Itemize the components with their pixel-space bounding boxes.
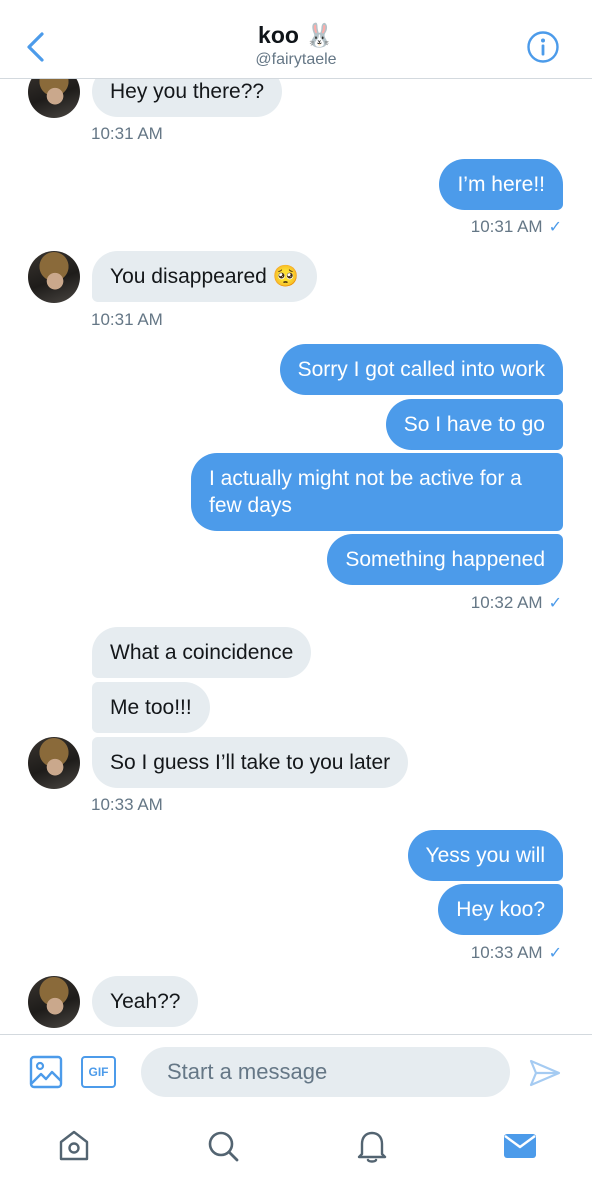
- message-bubble-outgoing[interactable]: I actually might not be active for a few…: [191, 453, 563, 531]
- message-bubble-incoming[interactable]: You disappeared 🥺: [92, 251, 317, 302]
- message-timestamp: 10:33 AM ✓: [470, 943, 562, 962]
- send-icon[interactable]: [528, 1058, 562, 1088]
- conversation-title-block[interactable]: koo 🐰 @fairytaele: [0, 20, 592, 70]
- message-bubble-incoming[interactable]: Me too!!!: [92, 682, 210, 733]
- message-composer: GIF: [0, 1034, 592, 1110]
- message-bubble-outgoing[interactable]: Yess you will: [407, 830, 563, 881]
- message-bubble-outgoing[interactable]: Hey koo?: [438, 884, 563, 935]
- message-timestamp: 10:31 AM: [91, 310, 163, 329]
- avatar[interactable]: [28, 79, 80, 118]
- home-icon[interactable]: [54, 1126, 94, 1166]
- info-icon[interactable]: [526, 30, 560, 64]
- conversation-header: koo 🐰 @fairytaele: [0, 0, 592, 79]
- bottom-tab-bar: [0, 1110, 592, 1200]
- message-timestamp: 10:31 AM ✓: [470, 217, 562, 236]
- mail-icon[interactable]: [500, 1126, 540, 1166]
- message-bubble-incoming[interactable]: What a coincidence: [92, 627, 312, 678]
- read-receipt-icon: ✓: [548, 219, 562, 236]
- gif-icon[interactable]: GIF: [81, 1056, 116, 1088]
- read-receipt-icon: ✓: [548, 945, 562, 962]
- image-icon[interactable]: [29, 1055, 63, 1089]
- message-input[interactable]: [141, 1047, 510, 1097]
- message-bubble-outgoing[interactable]: So I have to go: [385, 399, 563, 450]
- message-timestamp: 10:31 AM: [91, 124, 163, 143]
- message-bubble-outgoing[interactable]: Sorry I got called into work: [279, 344, 563, 395]
- message-bubble-incoming[interactable]: Yeah??: [92, 976, 199, 1027]
- message-timestamp: 10:32 AM ✓: [470, 593, 562, 612]
- message-thread[interactable]: Hey you there?? 10:31 AM I’m here!! 10:3…: [0, 79, 592, 1033]
- message-bubble-outgoing[interactable]: I’m here!!: [439, 159, 563, 210]
- conversation-handle: @fairytaele: [255, 51, 337, 68]
- avatar[interactable]: [28, 976, 80, 1028]
- search-icon[interactable]: [203, 1126, 243, 1166]
- read-receipt-icon: ✓: [548, 595, 562, 612]
- avatar[interactable]: [28, 737, 80, 789]
- message-bubble-incoming[interactable]: Hey you there??: [92, 79, 283, 117]
- conversation-title: koo 🐰: [258, 22, 334, 48]
- message-timestamp: 10:33 AM: [91, 795, 163, 814]
- bell-icon[interactable]: [352, 1126, 392, 1166]
- message-bubble-incoming[interactable]: So I guess I’ll take to you later: [92, 737, 409, 788]
- message-bubble-outgoing[interactable]: Something happened: [327, 534, 563, 585]
- avatar[interactable]: [28, 251, 80, 303]
